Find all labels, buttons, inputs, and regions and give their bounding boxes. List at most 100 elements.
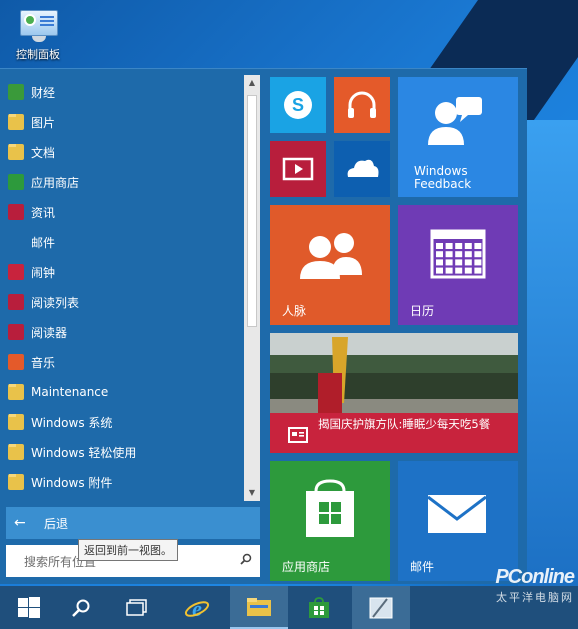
music-tile[interactable] — [334, 77, 390, 133]
windows-logo-icon — [18, 596, 40, 618]
feedback-line2: Feedback — [414, 177, 472, 191]
app-list-item[interactable]: 应用商店 — [0, 167, 244, 197]
taskbar-search-button[interactable] — [52, 586, 110, 629]
app-list-item-label: 闹钟 — [31, 265, 56, 280]
mail-tile[interactable]: 邮件 — [398, 461, 518, 581]
store-label: 应用商店 — [282, 560, 331, 574]
mail-icon — [8, 234, 24, 250]
task-view-icon — [126, 598, 147, 616]
news-headline: 揭国庆护旗方队:睡眠少每天吃5餐 — [318, 417, 491, 431]
back-label: 后退 — [44, 516, 69, 531]
calendar-grid-cell — [474, 259, 482, 266]
video-tile[interactable] — [270, 141, 326, 197]
ie-taskbar-button[interactable]: e — [168, 586, 226, 629]
file-explorer-taskbar-button[interactable] — [230, 586, 288, 629]
folder-icon — [8, 114, 24, 130]
watermark: PConline 太平洋电脑网 — [495, 566, 575, 605]
news-tile[interactable]: 揭国庆护旗方队:睡眠少每天吃5餐 — [270, 333, 518, 453]
app-list-item[interactable]: 资讯 — [0, 197, 244, 227]
music-icon — [8, 354, 24, 370]
app-list-item-label: 阅读列表 — [31, 295, 80, 310]
app-list-item-label: Windows 系统 — [31, 415, 113, 430]
people-tile[interactable]: 人脉 — [270, 205, 390, 325]
headphones-icon — [348, 91, 376, 118]
skype-icon: S — [284, 91, 312, 119]
control-panel-label: 控制面板 — [16, 48, 60, 61]
app-list-item-label: Windows 附件 — [31, 475, 113, 490]
start-left-pane: 财经图片文档应用商店资讯邮件闹钟阅读列表阅读器音乐 Maintenance Wind… — [0, 69, 262, 584]
calendar-grid-cell — [455, 259, 463, 266]
app-list-item[interactable]: Windows 附件 — [0, 467, 244, 497]
calendar-grid-cell — [445, 267, 453, 274]
app-list-item-label: Windows 轻松使用 — [31, 445, 137, 460]
app-list-item-label: 音乐 — [31, 355, 56, 370]
app-list-item-label: 邮件 — [31, 235, 56, 250]
calendar-grid-cell — [474, 243, 482, 249]
app-list-item[interactable]: Maintenance — [0, 377, 244, 407]
app-list-item-label: 应用商店 — [31, 175, 80, 190]
app-list-item[interactable]: 音乐 — [0, 347, 244, 377]
calendar-grid-cell — [436, 259, 443, 266]
taskbar: e — [0, 586, 578, 629]
app-list-item[interactable]: 财经 — [0, 77, 244, 107]
calendar-grid-cell — [464, 251, 472, 258]
snipping-tool-taskbar-button[interactable] — [352, 586, 410, 629]
svg-text:e: e — [192, 596, 202, 621]
watermark-line1: PConline — [495, 566, 575, 588]
folder-icon — [8, 414, 24, 430]
onedrive-tile[interactable] — [334, 141, 390, 197]
store-taskbar-button[interactable] — [290, 586, 348, 629]
app-list-item[interactable]: 图片 — [0, 107, 244, 137]
folder-icon — [8, 144, 24, 160]
store-icon — [309, 596, 329, 618]
app-list-item-label: 文档 — [31, 145, 56, 160]
calendar-grid-cell — [436, 267, 443, 274]
wallpaper-light — [518, 120, 578, 620]
finance-icon — [8, 84, 24, 100]
calendar-grid-cell — [455, 251, 463, 258]
control-panel-icon — [16, 8, 60, 44]
app-list-item-label: 财经 — [31, 85, 56, 100]
calendar-grid-cell — [464, 267, 472, 274]
reading-list-icon — [8, 294, 24, 310]
scroll-up-icon[interactable]: ▲ — [244, 75, 260, 91]
news-icon — [288, 427, 308, 443]
reader-icon — [8, 324, 24, 340]
scroll-thumb[interactable] — [247, 95, 257, 327]
alarm-icon — [8, 264, 24, 280]
back-arrow-icon: ← — [14, 515, 26, 531]
scroll-down-icon[interactable]: ▼ — [244, 485, 260, 501]
app-list-item[interactable]: 闹钟 — [0, 257, 244, 287]
start-menu: 财经 图片 文档 应用商店 资讯 邮件 闹钟 阅读列表 阅读器 音乐 Maintenance Wind… — [0, 68, 527, 584]
windows-feedback-tile[interactable]: Windows Feedback — [398, 77, 518, 197]
search-icon — [72, 599, 90, 617]
app-list-item[interactable]: 邮件 — [0, 227, 244, 257]
internet-explorer-icon: e — [184, 596, 210, 621]
folder-icon — [8, 384, 24, 400]
calendar-tile[interactable]: 日历 — [398, 205, 518, 325]
app-list-item-label: Maintenance — [31, 385, 109, 399]
cloud-icon — [347, 159, 379, 177]
app-list-item[interactable]: Windows 轻松使用 — [0, 437, 244, 467]
calendar-grid-cell — [455, 243, 463, 249]
folder-icon — [8, 474, 24, 490]
skype-tile[interactable]: S — [270, 77, 326, 133]
app-list: 财经图片文档应用商店资讯邮件闹钟阅读列表阅读器音乐 Maintenance Wind… — [0, 77, 244, 497]
calendar-grid-cell — [464, 259, 472, 266]
watermark-line2: 太平洋电脑网 — [496, 592, 574, 604]
start-button[interactable] — [0, 586, 58, 629]
app-list-scrollbar[interactable]: ▲ ▼ — [244, 75, 260, 501]
store-icon — [8, 174, 24, 190]
back-tooltip: 返回到前一视图。 — [78, 539, 178, 561]
store-tile[interactable]: 应用商店 — [270, 461, 390, 581]
app-list-item[interactable]: 阅读列表 — [0, 287, 244, 317]
app-list-item[interactable]: 文档 — [0, 137, 244, 167]
app-list-item-label: 阅读器 — [31, 325, 68, 340]
app-list-item[interactable]: 阅读器 — [0, 317, 244, 347]
app-list-item[interactable]: Windows 系统 — [0, 407, 244, 437]
control-panel-desktop-icon[interactable]: 控制面板 — [10, 8, 66, 62]
calendar-grid-cell — [445, 251, 453, 258]
calendar-grid-cell — [436, 251, 443, 258]
back-button[interactable]: ← 后退 — [6, 507, 260, 539]
task-view-button[interactable] — [108, 586, 166, 629]
